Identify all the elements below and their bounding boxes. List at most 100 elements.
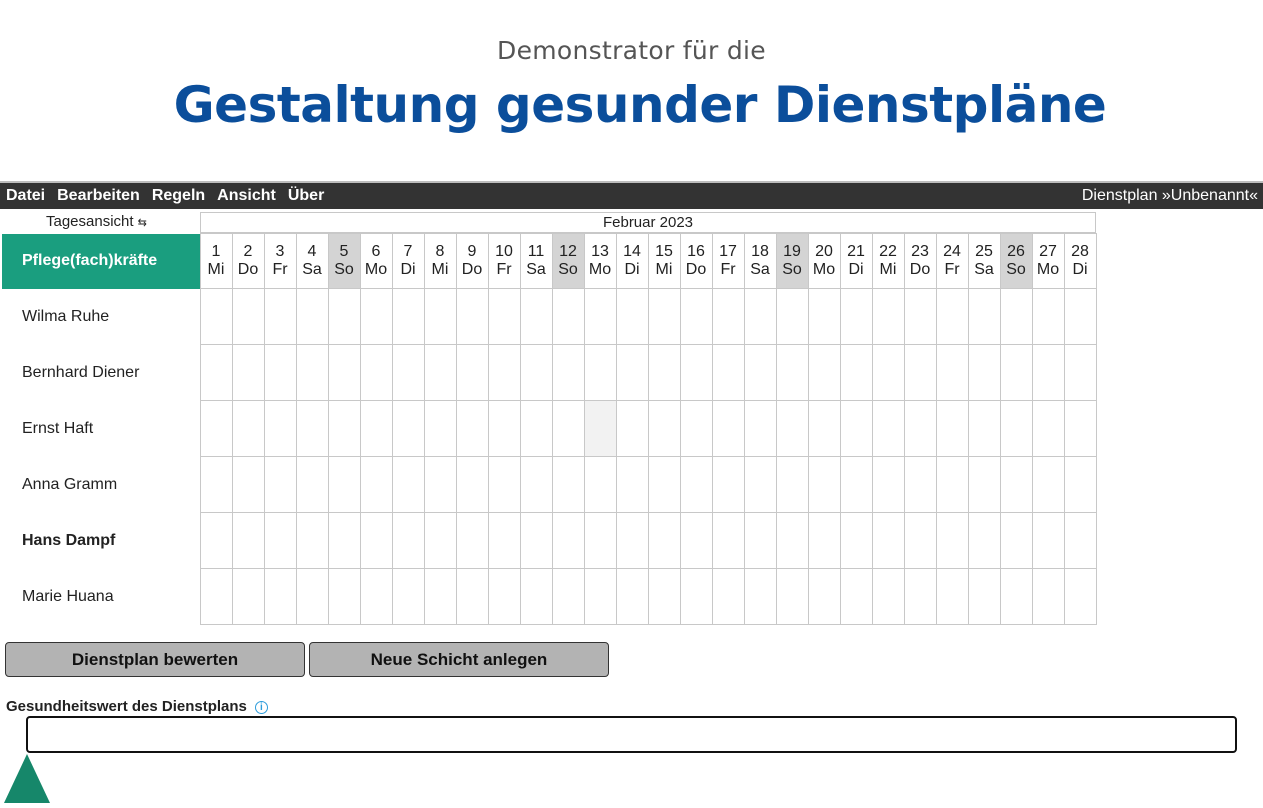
- day-header-12[interactable]: 12 So: [551, 233, 585, 289]
- shift-cell[interactable]: [359, 344, 393, 401]
- day-header-8[interactable]: 8 Mi: [423, 233, 457, 289]
- shift-cell[interactable]: [1063, 400, 1097, 457]
- shift-cell[interactable]: [583, 512, 617, 569]
- shift-cell[interactable]: [1031, 400, 1065, 457]
- shift-cell[interactable]: [423, 512, 457, 569]
- shift-cell[interactable]: [583, 288, 617, 345]
- shift-cell[interactable]: [967, 456, 1001, 513]
- shift-cell[interactable]: [743, 512, 777, 569]
- menu-bearbeiten[interactable]: Bearbeiten: [57, 187, 140, 205]
- shift-cell[interactable]: [679, 288, 713, 345]
- shift-cell[interactable]: [999, 568, 1033, 625]
- shift-cell[interactable]: [455, 344, 489, 401]
- shift-cell[interactable]: [935, 568, 969, 625]
- shift-cell[interactable]: [455, 456, 489, 513]
- shift-cell[interactable]: [199, 288, 233, 345]
- shift-cell[interactable]: [839, 456, 873, 513]
- day-header-13[interactable]: 13 Mo: [583, 233, 617, 289]
- shift-cell[interactable]: [199, 512, 233, 569]
- shift-cell[interactable]: [935, 456, 969, 513]
- menu-regeln[interactable]: Regeln: [152, 187, 205, 205]
- shift-cell[interactable]: [487, 400, 521, 457]
- day-header-2[interactable]: 2 Do: [231, 233, 265, 289]
- shift-cell[interactable]: [999, 288, 1033, 345]
- shift-cell[interactable]: [807, 568, 841, 625]
- shift-cell[interactable]: [967, 288, 1001, 345]
- shift-cell[interactable]: [615, 568, 649, 625]
- shift-cell[interactable]: [967, 400, 1001, 457]
- shift-cell[interactable]: [231, 288, 265, 345]
- shift-cell[interactable]: [263, 400, 297, 457]
- shift-cell[interactable]: [263, 512, 297, 569]
- shift-cell[interactable]: [711, 400, 745, 457]
- day-header-15[interactable]: 15 Mi: [647, 233, 681, 289]
- shift-cell[interactable]: [199, 568, 233, 625]
- shift-cell[interactable]: [455, 288, 489, 345]
- shift-cell[interactable]: [743, 344, 777, 401]
- day-header-11[interactable]: 11 Sa: [519, 233, 553, 289]
- day-header-5[interactable]: 5 So: [327, 233, 361, 289]
- shift-cell[interactable]: [231, 456, 265, 513]
- shift-cell[interactable]: [455, 568, 489, 625]
- day-header-23[interactable]: 23 Do: [903, 233, 937, 289]
- shift-cell[interactable]: [455, 512, 489, 569]
- shift-cell[interactable]: [551, 288, 585, 345]
- shift-cell[interactable]: [455, 400, 489, 457]
- shift-cell[interactable]: [775, 456, 809, 513]
- shift-cell[interactable]: [615, 400, 649, 457]
- shift-cell[interactable]: [935, 400, 969, 457]
- shift-cell[interactable]: [327, 512, 361, 569]
- shift-cell[interactable]: [231, 400, 265, 457]
- shift-cell[interactable]: [1031, 456, 1065, 513]
- shift-cell[interactable]: [1063, 568, 1097, 625]
- shift-cell[interactable]: [711, 568, 745, 625]
- shift-cell[interactable]: [1063, 456, 1097, 513]
- shift-cell[interactable]: [647, 288, 681, 345]
- shift-cell[interactable]: [199, 344, 233, 401]
- shift-cell[interactable]: [647, 568, 681, 625]
- shift-cell[interactable]: [743, 456, 777, 513]
- shift-cell[interactable]: [743, 400, 777, 457]
- shift-cell[interactable]: [327, 344, 361, 401]
- shift-cell[interactable]: [263, 288, 297, 345]
- shift-cell[interactable]: [967, 512, 1001, 569]
- shift-cell[interactable]: [999, 344, 1033, 401]
- shift-cell[interactable]: [327, 456, 361, 513]
- day-header-6[interactable]: 6 Mo: [359, 233, 393, 289]
- shift-cell[interactable]: [903, 400, 937, 457]
- shift-cell[interactable]: [551, 456, 585, 513]
- info-icon[interactable]: i: [254, 701, 268, 714]
- day-header-9[interactable]: 9 Do: [455, 233, 489, 289]
- shift-cell[interactable]: [839, 400, 873, 457]
- shift-cell[interactable]: [263, 568, 297, 625]
- shift-cell[interactable]: [903, 456, 937, 513]
- shift-cell[interactable]: [871, 400, 905, 457]
- shift-cell[interactable]: [1031, 512, 1065, 569]
- shift-cell[interactable]: [999, 400, 1033, 457]
- shift-cell[interactable]: [807, 344, 841, 401]
- shift-cell[interactable]: [743, 568, 777, 625]
- shift-cell[interactable]: [775, 344, 809, 401]
- shift-cell[interactable]: [519, 400, 553, 457]
- shift-cell[interactable]: [967, 344, 1001, 401]
- shift-cell[interactable]: [327, 400, 361, 457]
- shift-cell[interactable]: [775, 568, 809, 625]
- shift-cell[interactable]: [391, 568, 425, 625]
- shift-cell[interactable]: [999, 456, 1033, 513]
- shift-cell[interactable]: [615, 512, 649, 569]
- shift-cell[interactable]: [551, 400, 585, 457]
- shift-cell[interactable]: [295, 456, 329, 513]
- day-header-16[interactable]: 16 Do: [679, 233, 713, 289]
- shift-cell[interactable]: [391, 288, 425, 345]
- shift-cell[interactable]: [807, 456, 841, 513]
- shift-cell[interactable]: [391, 400, 425, 457]
- day-header-10[interactable]: 10 Fr: [487, 233, 521, 289]
- evaluate-plan-button[interactable]: Dienstplan bewerten: [5, 642, 305, 677]
- shift-cell[interactable]: [199, 400, 233, 457]
- shift-cell[interactable]: [935, 512, 969, 569]
- menu-ansicht[interactable]: Ansicht: [217, 187, 276, 205]
- day-view-toggle[interactable]: Tagesansicht ⇆: [46, 213, 147, 230]
- shift-cell[interactable]: [1063, 288, 1097, 345]
- staff-name[interactable]: Marie Huana: [2, 569, 200, 625]
- shift-cell[interactable]: [487, 512, 521, 569]
